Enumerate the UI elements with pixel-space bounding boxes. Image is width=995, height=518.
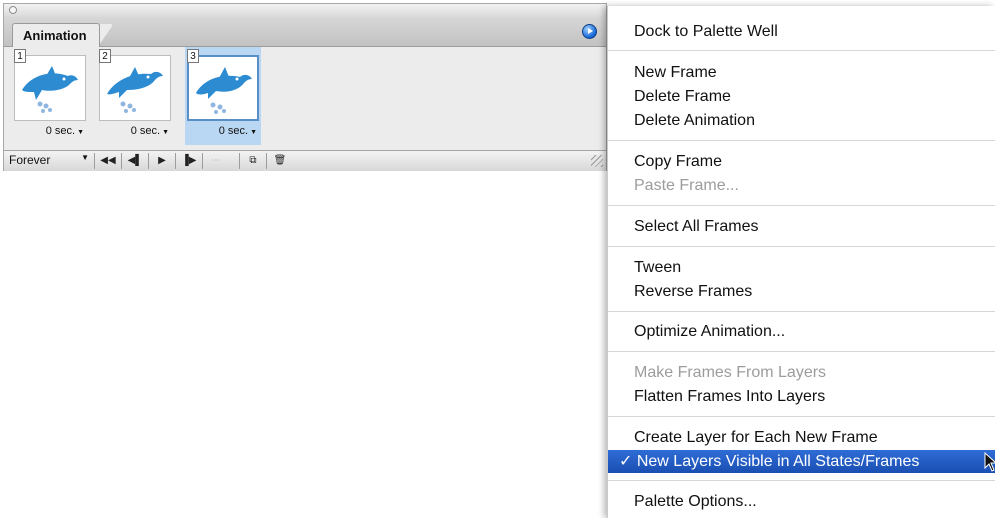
palette-titlebar[interactable] [4, 4, 606, 18]
duplicate-frame-button[interactable]: ⧉ [239, 153, 266, 169]
play-icon: ▶ [158, 155, 166, 166]
frames-strip: 1 0 sec. ▼ 2 0 sec. ▼ 3 0 sec. ▼ [4, 47, 606, 147]
menu-item-delete-animation[interactable]: Delete Animation [608, 109, 995, 132]
menu-item-tween[interactable]: Tween [608, 256, 995, 279]
menu-separator [608, 311, 995, 312]
frame-number: 2 [99, 49, 111, 63]
menu-item-copy-frame[interactable]: Copy Frame [608, 150, 995, 173]
frame-delay-dropdown[interactable]: 0 sec. ▼ [97, 125, 169, 137]
dolphin-icon [22, 66, 78, 113]
frame-delay-dropdown[interactable]: 0 sec. ▼ [12, 125, 84, 137]
frame-thumbnail [187, 55, 259, 121]
frame-number: 3 [187, 49, 199, 63]
delete-frame-button[interactable]: 🗑 [266, 153, 293, 169]
next-frame-button[interactable]: ▐▶ [175, 153, 202, 169]
next-frame-icon: ▐▶ [181, 155, 197, 166]
dolphin-icon [196, 67, 252, 114]
menu-item-paste-frame: Paste Frame... [634, 177, 739, 194]
first-frame-icon: ◀◀ [100, 155, 116, 166]
animation-frame-3[interactable]: 3 0 sec. ▼ [185, 47, 261, 145]
animation-palette-menu: Dock to Palette Well New Frame Delete Fr… [607, 6, 995, 518]
frame-thumbnail [99, 55, 171, 121]
tab-corner [100, 24, 112, 46]
menu-separator [608, 351, 995, 352]
frame-thumbnail [14, 55, 86, 121]
trash-icon: 🗑 [273, 155, 287, 166]
animation-frame-2[interactable]: 2 0 sec. ▼ [97, 47, 173, 145]
previous-frame-icon: ◀▌ [127, 155, 143, 166]
frame-delay-dropdown[interactable]: 0 sec. ▼ [185, 125, 257, 137]
close-icon[interactable] [9, 6, 17, 14]
menu-separator [608, 50, 995, 51]
menu-item-new-frame[interactable]: New Frame [608, 61, 995, 84]
menu-item-reverse-frames[interactable]: Reverse Frames [608, 280, 995, 303]
palette-menu-icon[interactable] [582, 24, 597, 39]
play-button[interactable]: ▶ [148, 153, 175, 169]
tween-button[interactable]: ⋯ [202, 153, 229, 169]
menu-separator [608, 140, 995, 141]
menu-separator [608, 416, 995, 417]
animation-controls-bar: Forever ▼ ◀◀ ◀▌ ▶ ▐▶ ⋯ ⧉ 🗑 [4, 150, 606, 171]
tab-animation-label: Animation [23, 28, 87, 43]
duplicate-frame-icon: ⧉ [249, 155, 257, 166]
menu-separator [608, 246, 995, 247]
animation-palette: Animation 1 0 sec. ▼ 2 0 sec. ▼ 3 0 sec.… [3, 3, 607, 171]
menu-item-make-frames-from-layers: Make Frames From Layers [634, 364, 827, 381]
palette-tab-bar: Animation [4, 17, 606, 47]
menu-separator [608, 205, 995, 206]
frame-number: 1 [14, 49, 26, 63]
resize-grip-icon[interactable] [591, 155, 603, 167]
animation-frame-1[interactable]: 1 0 sec. ▼ [12, 47, 88, 145]
previous-frame-button[interactable]: ◀▌ [121, 153, 148, 169]
menu-separator [608, 480, 995, 481]
menu-item-select-all-frames[interactable]: Select All Frames [608, 215, 995, 238]
mouse-pointer-icon [984, 452, 995, 472]
loop-options-select[interactable]: Forever ▼ [9, 153, 93, 168]
first-frame-button[interactable]: ◀◀ [94, 153, 121, 169]
tween-icon: ⋯ [211, 155, 221, 166]
menu-item-optimize-animation[interactable]: Optimize Animation... [608, 320, 995, 343]
menu-item-create-layer-for-each-new-frame[interactable]: Create Layer for Each New Frame [608, 426, 995, 449]
menu-item-delete-frame[interactable]: Delete Frame [608, 85, 995, 108]
tab-animation[interactable]: Animation [12, 23, 100, 47]
menu-item-dock-to-palette-well[interactable]: Dock to Palette Well [608, 20, 995, 43]
menu-item-flatten-frames-into-layers[interactable]: Flatten Frames Into Layers [608, 385, 995, 408]
chevron-down-icon: ▼ [81, 153, 89, 162]
menu-item-new-layers-visible[interactable]: ✓ New Layers Visible in All States/Frame… [608, 450, 995, 473]
dolphin-icon [107, 67, 163, 113]
menu-item-palette-options[interactable]: Palette Options... [608, 490, 995, 513]
